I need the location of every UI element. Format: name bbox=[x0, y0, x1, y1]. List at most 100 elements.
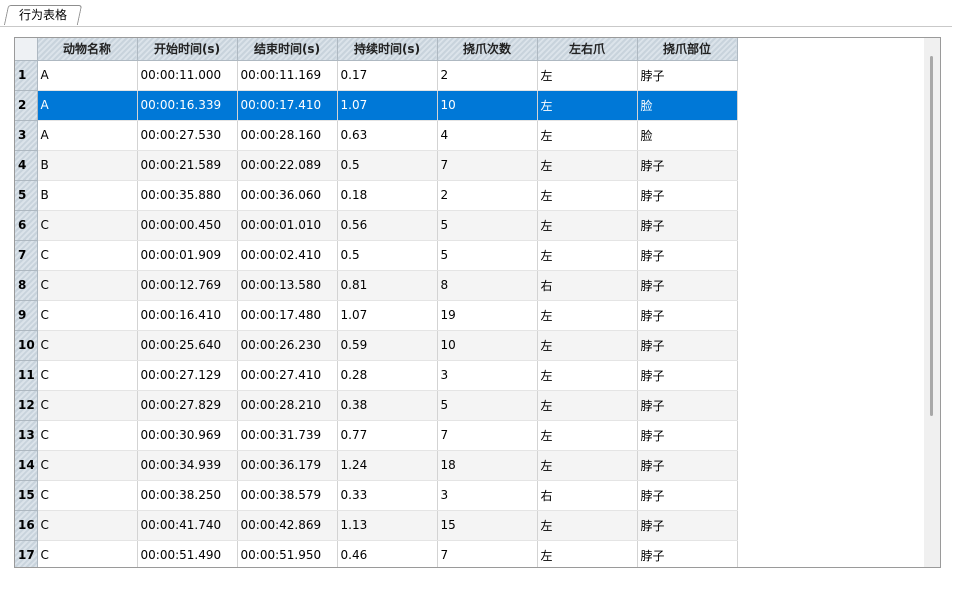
cell-scratch-location[interactable]: 脖子 bbox=[637, 510, 738, 541]
cell-paw-side[interactable]: 左 bbox=[537, 390, 638, 421]
cell-end-time[interactable]: 00:00:31.739 bbox=[237, 420, 338, 451]
row-number[interactable]: 7 bbox=[15, 240, 38, 271]
cell-animal-name[interactable]: B bbox=[37, 150, 138, 181]
cell-scratch-count[interactable]: 5 bbox=[437, 210, 538, 241]
cell-scratch-location[interactable]: 脖子 bbox=[637, 330, 738, 361]
row-number[interactable]: 4 bbox=[15, 150, 38, 181]
cell-duration[interactable]: 1.07 bbox=[337, 300, 438, 331]
cell-end-time[interactable]: 00:00:38.579 bbox=[237, 480, 338, 511]
corner-cell[interactable] bbox=[15, 38, 38, 61]
table-row[interactable]: 2 A 00:00:16.339 00:00:17.410 1.07 10 左脸 bbox=[15, 90, 738, 121]
cell-scratch-count[interactable]: 8 bbox=[437, 270, 538, 301]
cell-end-time[interactable]: 00:00:17.410 bbox=[237, 90, 338, 121]
table-row[interactable]: 6 C 00:00:00.450 00:00:01.010 0.56 5 左脖子 bbox=[15, 210, 738, 241]
cell-paw-side[interactable]: 左 bbox=[537, 540, 638, 567]
cell-scratch-count[interactable]: 2 bbox=[437, 180, 538, 211]
cell-duration[interactable]: 1.13 bbox=[337, 510, 438, 541]
column-header-duration[interactable]: 持续时间(s) bbox=[337, 38, 438, 61]
table-row[interactable]: 3 A 00:00:27.530 00:00:28.160 0.63 4 左脸 bbox=[15, 120, 738, 151]
table-row[interactable]: 10 C 00:00:25.640 00:00:26.230 0.59 10 左脖子 bbox=[15, 330, 738, 361]
cell-scratch-location[interactable]: 脖子 bbox=[637, 360, 738, 391]
row-number[interactable]: 14 bbox=[15, 450, 38, 481]
row-number[interactable]: 13 bbox=[15, 420, 38, 451]
cell-scratch-location[interactable]: 脖子 bbox=[637, 450, 738, 481]
cell-animal-name[interactable]: C bbox=[37, 480, 138, 511]
cell-paw-side[interactable]: 左 bbox=[537, 240, 638, 271]
table-row[interactable]: 11 C 00:00:27.129 00:00:27.410 0.28 3 左脖子 bbox=[15, 360, 738, 391]
cell-paw-side[interactable]: 左 bbox=[537, 150, 638, 181]
row-number[interactable]: 1 bbox=[15, 60, 38, 91]
cell-scratch-count[interactable]: 4 bbox=[437, 120, 538, 151]
cell-duration[interactable]: 0.59 bbox=[337, 330, 438, 361]
cell-end-time[interactable]: 00:00:26.230 bbox=[237, 330, 338, 361]
cell-duration[interactable]: 0.38 bbox=[337, 390, 438, 421]
cell-scratch-location[interactable]: 脖子 bbox=[637, 480, 738, 511]
row-number[interactable]: 11 bbox=[15, 360, 38, 391]
cell-animal-name[interactable]: C bbox=[37, 360, 138, 391]
cell-scratch-location[interactable]: 脖子 bbox=[637, 240, 738, 271]
scrollbar-thumb[interactable] bbox=[930, 56, 933, 416]
table-row[interactable]: 9 C 00:00:16.410 00:00:17.480 1.07 19 左脖子 bbox=[15, 300, 738, 331]
cell-scratch-location[interactable]: 脖子 bbox=[637, 420, 738, 451]
cell-duration[interactable]: 0.63 bbox=[337, 120, 438, 151]
cell-animal-name[interactable]: B bbox=[37, 180, 138, 211]
cell-scratch-count[interactable]: 7 bbox=[437, 150, 538, 181]
column-header-start-time[interactable]: 开始时间(s) bbox=[137, 38, 238, 61]
cell-animal-name[interactable]: A bbox=[37, 60, 138, 91]
cell-animal-name[interactable]: C bbox=[37, 240, 138, 271]
cell-scratch-location[interactable]: 脖子 bbox=[637, 180, 738, 211]
cell-end-time[interactable]: 00:00:28.210 bbox=[237, 390, 338, 421]
cell-scratch-location[interactable]: 脖子 bbox=[637, 300, 738, 331]
cell-end-time[interactable]: 00:00:27.410 bbox=[237, 360, 338, 391]
cell-start-time[interactable]: 00:00:38.250 bbox=[137, 480, 238, 511]
cell-animal-name[interactable]: C bbox=[37, 270, 138, 301]
cell-end-time[interactable]: 00:00:17.480 bbox=[237, 300, 338, 331]
table-row[interactable]: 15 C 00:00:38.250 00:00:38.579 0.33 3 右脖子 bbox=[15, 480, 738, 511]
cell-start-time[interactable]: 00:00:01.909 bbox=[137, 240, 238, 271]
column-header-scratch-location[interactable]: 挠爪部位 bbox=[637, 38, 738, 61]
cell-scratch-count[interactable]: 19 bbox=[437, 300, 538, 331]
cell-start-time[interactable]: 00:00:27.129 bbox=[137, 360, 238, 391]
cell-scratch-count[interactable]: 5 bbox=[437, 390, 538, 421]
cell-scratch-count[interactable]: 5 bbox=[437, 240, 538, 271]
cell-start-time[interactable]: 00:00:27.829 bbox=[137, 390, 238, 421]
cell-paw-side[interactable]: 左 bbox=[537, 120, 638, 151]
cell-end-time[interactable]: 00:00:01.010 bbox=[237, 210, 338, 241]
row-number[interactable]: 6 bbox=[15, 210, 38, 241]
cell-start-time[interactable]: 00:00:16.410 bbox=[137, 300, 238, 331]
cell-animal-name[interactable]: C bbox=[37, 510, 138, 541]
cell-paw-side[interactable]: 左 bbox=[537, 90, 638, 121]
vertical-scrollbar[interactable] bbox=[924, 38, 940, 567]
row-number[interactable]: 17 bbox=[15, 540, 38, 567]
cell-animal-name[interactable]: C bbox=[37, 210, 138, 241]
cell-duration[interactable]: 0.5 bbox=[337, 150, 438, 181]
cell-duration[interactable]: 0.77 bbox=[337, 420, 438, 451]
cell-scratch-count[interactable]: 3 bbox=[437, 360, 538, 391]
cell-scratch-location[interactable]: 脖子 bbox=[637, 270, 738, 301]
cell-start-time[interactable]: 00:00:12.769 bbox=[137, 270, 238, 301]
cell-paw-side[interactable]: 左 bbox=[537, 360, 638, 391]
row-number[interactable]: 3 bbox=[15, 120, 38, 151]
cell-paw-side[interactable]: 左 bbox=[537, 510, 638, 541]
cell-scratch-count[interactable]: 10 bbox=[437, 330, 538, 361]
cell-duration[interactable]: 0.46 bbox=[337, 540, 438, 567]
cell-animal-name[interactable]: A bbox=[37, 120, 138, 151]
cell-end-time[interactable]: 00:00:51.950 bbox=[237, 540, 338, 567]
cell-scratch-count[interactable]: 2 bbox=[437, 60, 538, 91]
cell-start-time[interactable]: 00:00:21.589 bbox=[137, 150, 238, 181]
row-number[interactable]: 2 bbox=[15, 90, 38, 121]
cell-animal-name[interactable]: C bbox=[37, 540, 138, 567]
cell-start-time[interactable]: 00:00:34.939 bbox=[137, 450, 238, 481]
cell-start-time[interactable]: 00:00:41.740 bbox=[137, 510, 238, 541]
cell-end-time[interactable]: 00:00:22.089 bbox=[237, 150, 338, 181]
cell-start-time[interactable]: 00:00:51.490 bbox=[137, 540, 238, 567]
cell-paw-side[interactable]: 左 bbox=[537, 60, 638, 91]
table-row[interactable]: 12 C 00:00:27.829 00:00:28.210 0.38 5 左脖子 bbox=[15, 390, 738, 421]
table-row[interactable]: 4 B 00:00:21.589 00:00:22.089 0.5 7 左脖子 bbox=[15, 150, 738, 181]
cell-start-time[interactable]: 00:00:30.969 bbox=[137, 420, 238, 451]
table-row[interactable]: 17 C 00:00:51.490 00:00:51.950 0.46 7 左脖子 bbox=[15, 540, 738, 567]
row-number[interactable]: 15 bbox=[15, 480, 38, 511]
cell-duration[interactable]: 1.07 bbox=[337, 90, 438, 121]
cell-duration[interactable]: 0.33 bbox=[337, 480, 438, 511]
cell-scratch-count[interactable]: 7 bbox=[437, 540, 538, 567]
